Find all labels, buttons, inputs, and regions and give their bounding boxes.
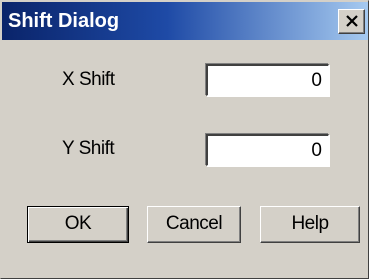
x-shift-label: X Shift: [62, 69, 115, 90]
ok-button[interactable]: OK: [27, 206, 129, 243]
shift-dialog-window: Shift Dialog X Shift Y Shift OK Cancel H…: [0, 0, 369, 279]
help-button[interactable]: Help: [260, 206, 360, 243]
x-shift-input[interactable]: [206, 64, 329, 96]
y-shift-label: Y Shift: [62, 138, 115, 159]
window-title: Shift Dialog: [8, 10, 120, 32]
title-bar[interactable]: Shift Dialog: [2, 2, 368, 40]
close-button[interactable]: [338, 9, 365, 34]
close-icon: [346, 15, 358, 27]
cancel-button[interactable]: Cancel: [147, 206, 241, 243]
y-shift-input[interactable]: [206, 134, 329, 166]
